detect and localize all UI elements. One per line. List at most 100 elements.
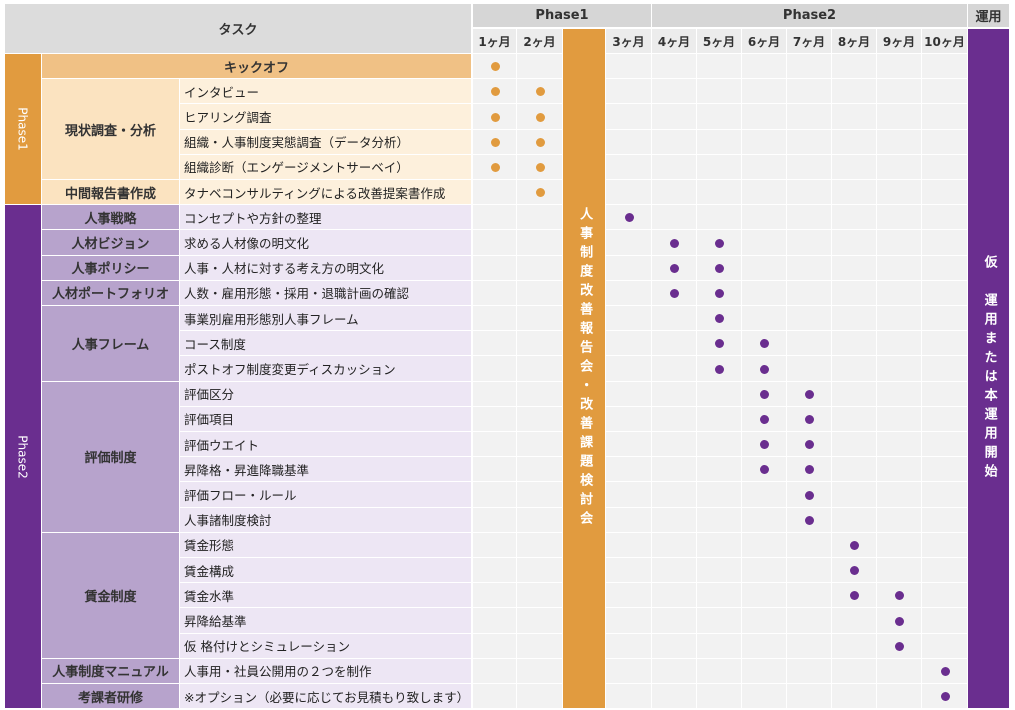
schedule-dot: [760, 389, 769, 399]
grid-cell: [832, 129, 877, 155]
grid-cell: [742, 280, 787, 306]
grid-cell: [877, 658, 922, 684]
grid-cell: [832, 608, 877, 634]
task-label: 人数・雇用形態・採用・退職計画の確認: [180, 280, 472, 306]
schedule-dot: [490, 112, 500, 122]
grid-cell: [832, 507, 877, 533]
grid-cell: [877, 79, 922, 105]
group-label: 評価制度: [42, 381, 180, 533]
task-label: 人事用・社員公開用の２つを制作: [180, 658, 472, 684]
month-header: 6ヶ月: [742, 29, 787, 54]
task-label: 賃金形態: [180, 532, 472, 558]
schedule-dot: [715, 364, 724, 374]
grid-cell: [922, 255, 968, 281]
grid-cell: [832, 54, 877, 80]
meeting-band-text: 人事制度改善報告会・改善課題検討会: [577, 207, 593, 531]
grid-cell: [832, 154, 877, 180]
grid-cell: [877, 255, 922, 281]
grid-cell: [697, 154, 742, 180]
grid-cell: [652, 482, 697, 508]
grid-cell: [877, 104, 922, 130]
grid-cell: [517, 54, 563, 80]
grid-cell: [832, 633, 877, 659]
grid-cell: [697, 684, 742, 710]
grid-cell: [606, 54, 652, 80]
month-header: 3ヶ月: [606, 29, 652, 54]
grid-cell: [652, 154, 697, 180]
grid-cell: [606, 381, 652, 407]
grid-cell: [697, 54, 742, 80]
grid-cell: [742, 633, 787, 659]
grid-cell: [877, 306, 922, 332]
grid-cell: [697, 608, 742, 634]
month-header: 2ヶ月: [517, 29, 563, 54]
group-label: 人事制度マニュアル: [42, 658, 180, 684]
grid-cell: [787, 129, 832, 155]
grid-cell: [787, 532, 832, 558]
schedule-dot: [535, 87, 545, 97]
grid-cell: [742, 54, 787, 80]
grid-cell: [517, 306, 563, 332]
group-label: 人材ポートフォリオ: [42, 280, 180, 306]
schedule-dot: [715, 238, 724, 248]
ops-band: 仮 運用または本運用開始: [968, 29, 1010, 710]
grid-cell: [652, 129, 697, 155]
task-label: 評価ウエイト: [180, 432, 472, 458]
grid-cell: [473, 633, 517, 659]
grid-cell: [832, 230, 877, 256]
schedule-dot: [895, 641, 904, 651]
grid-cell: [473, 280, 517, 306]
grid-cell: [922, 129, 968, 155]
grid-cell: [652, 432, 697, 458]
grid-cell: [742, 306, 787, 332]
grid-cell: [877, 406, 922, 432]
grid-cell: [877, 356, 922, 382]
grid-cell: [473, 558, 517, 584]
grid-cell: [832, 180, 877, 206]
grid-cell: [652, 406, 697, 432]
phase1-side-label: Phase1: [5, 54, 42, 206]
schedule-dot: [535, 162, 545, 172]
grid-cell: [742, 608, 787, 634]
schedule-dot: [715, 263, 724, 273]
grid-cell: [517, 558, 563, 584]
grid-cell: [922, 79, 968, 105]
grid-cell: [606, 532, 652, 558]
grid-cell: [922, 104, 968, 130]
group-label: 中間報告書作成: [42, 180, 180, 206]
grid-cell: [517, 406, 563, 432]
grid-cell: [652, 558, 697, 584]
grid-cell: [517, 532, 563, 558]
grid-cell: [742, 558, 787, 584]
grid-cell: [742, 255, 787, 281]
schedule-dot: [670, 263, 679, 273]
grid-cell: [787, 79, 832, 105]
grid-cell: [832, 280, 877, 306]
grid-cell: [742, 180, 787, 206]
grid-cell: [652, 684, 697, 710]
grid-cell: [517, 583, 563, 609]
task-label: ヒアリング調査: [180, 104, 472, 130]
grid-cell: [697, 406, 742, 432]
schedule-dot: [624, 213, 634, 223]
grid-cell: [652, 532, 697, 558]
task-label: タナベコンサルティングによる改善提案書作成: [180, 180, 472, 206]
grid-cell: [787, 356, 832, 382]
grid-cell: [517, 280, 563, 306]
grid-cell: [697, 381, 742, 407]
grid-cell: [652, 356, 697, 382]
grid-cell: [832, 658, 877, 684]
grid-cell: [922, 154, 968, 180]
group-label: 考課者研修: [42, 684, 180, 710]
grid-cell: [787, 180, 832, 206]
month-header: 8ヶ月: [832, 29, 877, 54]
grid-cell: [742, 658, 787, 684]
grid-cell: [742, 532, 787, 558]
task-label: コンセプトや方針の整理: [180, 205, 472, 231]
grid-cell: [606, 457, 652, 483]
task-label: ポストオフ制度変更ディスカッション: [180, 356, 472, 382]
grid-cell: [742, 684, 787, 710]
grid-cell: [877, 331, 922, 357]
group-label: 人事ポリシー: [42, 255, 180, 281]
grid-cell: [922, 457, 968, 483]
